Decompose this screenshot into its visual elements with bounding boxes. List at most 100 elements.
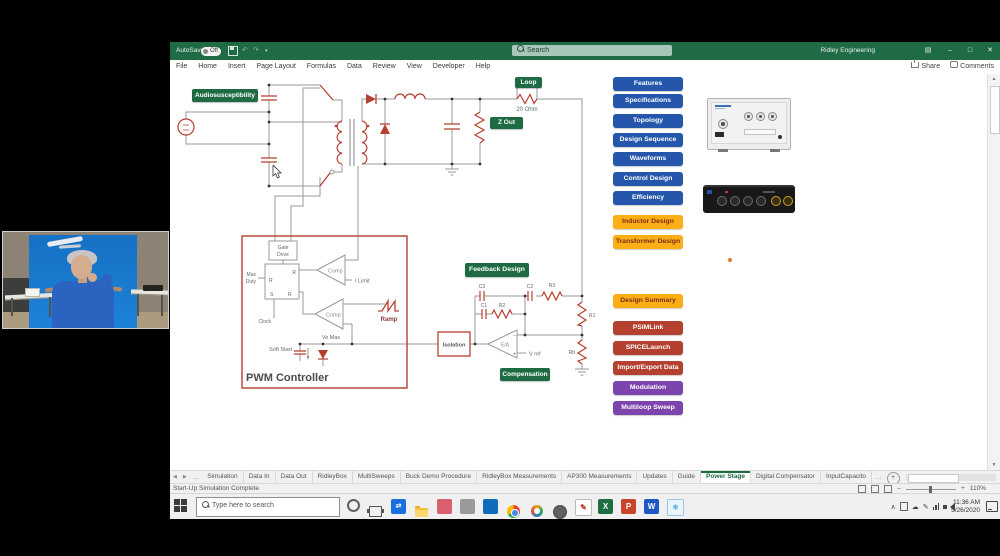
zoom-slider[interactable] <box>906 489 956 490</box>
chrome-icon[interactable] <box>506 499 521 514</box>
tray-app-icon[interactable] <box>900 502 908 511</box>
start-button[interactable] <box>174 499 188 513</box>
photos-app-icon[interactable] <box>437 499 452 514</box>
view-normal-icon[interactable] <box>858 485 866 493</box>
pen-settings-icon[interactable]: ✎ <box>923 503 929 511</box>
comments-button[interactable]: Comments <box>950 60 994 74</box>
ribbon-tab-review[interactable]: Review <box>373 60 396 74</box>
svg-text:R3: R3 <box>549 283 556 289</box>
clock-label: Clock <box>258 319 271 325</box>
redo-icon[interactable]: ↷ <box>253 42 259 60</box>
ac-source <box>178 119 194 135</box>
transformer-windings <box>337 121 367 164</box>
file-explorer-icon[interactable] <box>414 499 429 514</box>
share-icon <box>911 62 919 68</box>
account-name[interactable]: Ridley Engineering <box>820 42 875 60</box>
outlook-icon[interactable] <box>483 499 498 514</box>
ribbon-tab-developer[interactable]: Developer <box>433 60 465 74</box>
gotomeeting-icon[interactable] <box>529 499 544 514</box>
undo-icon[interactable]: ↶ <box>242 42 248 60</box>
nav-button-multiloop-sweep[interactable]: Multiloop Sweep <box>613 401 683 415</box>
nav-button-specifications[interactable]: Specifications <box>613 94 683 108</box>
teamviewer-icon[interactable]: ⇄ <box>391 499 406 514</box>
nav-button-efficiency[interactable]: Efficiency <box>613 191 683 205</box>
titlebar-search[interactable]: Search <box>512 45 672 56</box>
ribbon-tab-insert[interactable]: Insert <box>228 60 246 74</box>
ribbon-tab-page-layout[interactable]: Page Layout <box>256 60 295 74</box>
autosave-label: AutoSave <box>176 42 204 60</box>
pen-app-icon[interactable]: ✎ <box>575 499 592 516</box>
tray-expand-icon[interactable]: ∧ <box>891 503 896 511</box>
vertical-scrollbar[interactable]: ▲ ▼ <box>987 74 1000 470</box>
gate-drive-label2: Drive <box>277 252 289 258</box>
ilimit-label: I Limit <box>355 279 370 285</box>
maximize-button[interactable]: □ <box>962 42 978 60</box>
vertical-scroll-thumb[interactable] <box>990 86 1000 134</box>
quick-access-more-icon[interactable]: ▾ <box>265 42 268 60</box>
nav-button-topology[interactable]: Topology <box>613 114 683 128</box>
taskbar-clock[interactable]: 11:36 AM 5/26/2020 <box>951 499 980 515</box>
onedrive-icon[interactable]: ☁ <box>912 503 919 511</box>
view-page-break-icon[interactable] <box>884 485 892 493</box>
minimize-button[interactable]: – <box>942 42 958 60</box>
taskbar-search-input[interactable]: Type here to search <box>196 497 340 517</box>
ribbon-tab-file[interactable]: File <box>176 60 187 74</box>
action-center-icon[interactable] <box>986 501 998 512</box>
nav-button-inductor-design[interactable]: Inductor Design <box>613 215 683 229</box>
loop-button[interactable]: Loop <box>515 77 542 88</box>
ribbon-tab-formulas[interactable]: Formulas <box>307 60 336 74</box>
task-view-icon[interactable] <box>368 499 383 514</box>
scroll-down-icon[interactable]: ▼ <box>988 460 1000 470</box>
audiosusceptibility-button[interactable]: Audiosusceptibility <box>192 89 258 102</box>
view-page-layout-icon[interactable] <box>871 485 879 493</box>
ribbon-tab-help[interactable]: Help <box>476 60 490 74</box>
ribbon-tab-view[interactable]: View <box>407 60 422 74</box>
inactive-app-icon[interactable] <box>460 499 475 514</box>
clock-time: 11:36 AM <box>951 499 980 507</box>
compensation-button[interactable]: Compensation <box>500 368 550 381</box>
horizontal-scroll-thumb[interactable] <box>908 474 960 483</box>
gray-circle-app-icon[interactable] <box>552 499 567 514</box>
ramp-label: Ramp <box>381 317 398 323</box>
switch-node <box>330 170 334 174</box>
horizontal-scrollbar[interactable] <box>906 474 996 481</box>
nav-button-spicelaunch[interactable]: SPICELaunch <box>613 341 683 355</box>
word-taskbar-icon[interactable]: W <box>644 499 659 514</box>
feedback-design-button[interactable]: Feedback Design <box>465 263 529 277</box>
scroll-up-icon[interactable]: ▲ <box>988 74 1000 84</box>
powerpoint-taskbar-icon[interactable]: P <box>621 499 636 514</box>
volume-icon[interactable] <box>943 505 947 509</box>
excel-taskbar-icon[interactable]: X <box>598 499 613 514</box>
snowflake-app-icon[interactable]: ❄ <box>667 499 684 516</box>
zout-button[interactable]: Z Out <box>490 117 523 129</box>
ribbon-display-icon[interactable]: ▤ <box>920 42 936 60</box>
nav-button-import-export[interactable]: Import/Export Data <box>613 361 683 375</box>
autosave-toggle[interactable]: Off <box>201 47 221 56</box>
worksheet: Gate Drive Max Duty R R S R Clock Comp C… <box>170 74 1000 470</box>
network-icon[interactable] <box>933 503 940 510</box>
cortana-icon[interactable] <box>346 499 361 514</box>
share-button[interactable]: Share <box>911 60 940 74</box>
isolation-label: Isolation <box>443 343 466 349</box>
presenter-hand <box>88 273 97 282</box>
zoom-slider-thumb[interactable] <box>929 486 932 493</box>
loop-resistor-value: 20 Ohm <box>516 107 537 113</box>
max-duty-label1: Max <box>247 272 257 278</box>
save-icon[interactable] <box>228 46 238 56</box>
gate-drive-label1: Gate <box>278 245 289 251</box>
close-button[interactable]: ✕ <box>982 42 998 60</box>
nav-button-modulation[interactable]: Modulation <box>613 381 683 395</box>
nav-button-control-design[interactable]: Control Design <box>613 172 683 186</box>
nav-button-features[interactable]: Features <box>613 77 683 91</box>
ribbon-tab-home[interactable]: Home <box>198 60 217 74</box>
nav-button-transformer-design[interactable]: Transformer Design <box>613 235 683 249</box>
nav-button-design-sequence[interactable]: Design Sequence <box>613 133 683 147</box>
comp2-label: Comp <box>326 313 341 319</box>
nav-button-psimlink[interactable]: PSIMLink <box>613 321 683 335</box>
schematic-text: Gate Drive Max Duty R R S R Clock Comp C… <box>246 107 596 358</box>
soft-start-parts <box>294 348 328 360</box>
ribbon-tab-data[interactable]: Data <box>347 60 362 74</box>
ap300-analyzer-image <box>707 98 791 150</box>
nav-button-design-summary[interactable]: Design Summary <box>613 294 683 308</box>
nav-button-waveforms[interactable]: Waveforms <box>613 152 683 166</box>
